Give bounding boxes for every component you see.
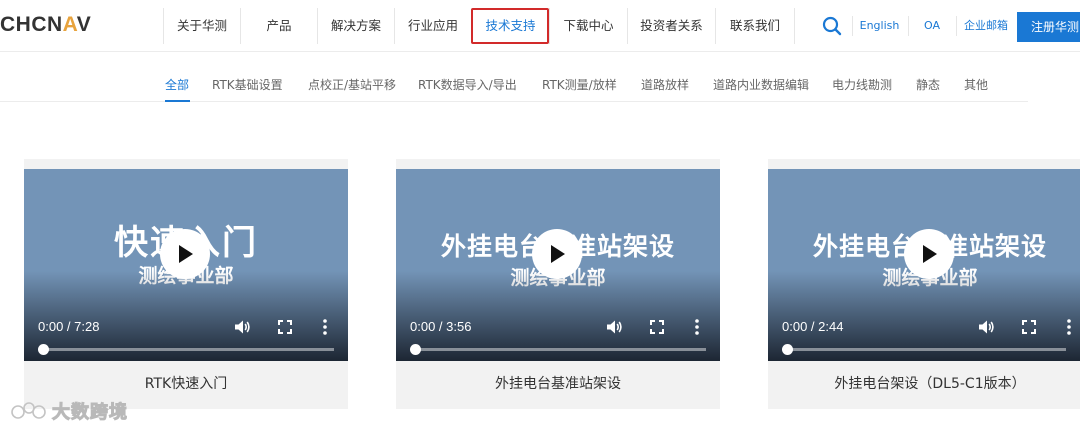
play-button[interactable] — [532, 229, 582, 279]
video-player[interactable]: 外挂电台基准站架设 测绘事业部 0:00 / 3:56 — [396, 169, 720, 361]
logo-prefix: CHCN — [0, 13, 63, 36]
progress-track[interactable] — [414, 348, 706, 351]
category-static[interactable]: 静态 — [916, 76, 940, 93]
progress-track[interactable] — [786, 348, 1066, 351]
active-category-underline — [165, 100, 190, 102]
volume-icon[interactable] — [977, 318, 995, 336]
video-player[interactable]: 快速入门 测绘事业部 0:00 / 7:28 — [24, 169, 348, 361]
play-button[interactable] — [904, 229, 954, 279]
more-options-icon[interactable] — [316, 318, 334, 336]
nav-tech-support[interactable]: 技术支持 — [471, 8, 549, 44]
volume-icon[interactable] — [605, 318, 623, 336]
video-card: 快速入门 测绘事业部 0:00 / 7:28 RTK快速入门 — [24, 159, 348, 409]
nav-products[interactable]: 产品 — [240, 8, 317, 44]
util-divider — [908, 16, 909, 36]
logo-suffix: V — [76, 13, 92, 36]
video-time: 0:00 / 2:44 — [782, 319, 844, 334]
nav-downloads[interactable]: 下载中心 — [549, 8, 627, 44]
category-other[interactable]: 其他 — [964, 76, 988, 93]
watermark-logo-icon — [11, 402, 46, 419]
watermark: 大数跨境 — [10, 399, 128, 424]
english-link[interactable]: English — [856, 8, 903, 44]
fullscreen-icon[interactable] — [276, 318, 294, 336]
video-time: 0:00 / 3:56 — [410, 319, 472, 334]
video-caption[interactable]: 外挂电台基准站架设 — [396, 373, 720, 393]
nav-contact[interactable]: 联系我们 — [715, 8, 795, 44]
corporate-mail-link[interactable]: 企业邮箱 — [960, 8, 1012, 44]
video-player[interactable]: 外挂电台基准站架设 测绘事业部 0:00 / 2:44 — [768, 169, 1080, 361]
category-point-calibration[interactable]: 点校正/基站平移 — [308, 76, 396, 93]
more-options-icon[interactable] — [1060, 318, 1078, 336]
volume-icon[interactable] — [233, 318, 251, 336]
play-icon — [923, 245, 937, 263]
category-road-data-edit[interactable]: 道路内业数据编辑 — [713, 76, 809, 93]
watermark-text: 大数跨境 — [52, 402, 128, 424]
site-header: CHCNAV 关于华测 产品 解决方案 行业应用 技术支持 下载中心 投资者关系… — [0, 0, 1080, 52]
progress-track[interactable] — [42, 348, 334, 351]
play-icon — [179, 245, 193, 263]
progress-thumb[interactable] — [38, 344, 49, 355]
fullscreen-icon[interactable] — [1020, 318, 1038, 336]
category-rtk-basic-settings[interactable]: RTK基础设置 — [212, 76, 283, 93]
fullscreen-icon[interactable] — [648, 318, 666, 336]
category-power-line-survey[interactable]: 电力线勘测 — [832, 76, 892, 93]
main-nav: 关于华测 产品 解决方案 行业应用 技术支持 下载中心 投资者关系 联系我们 — [163, 8, 795, 44]
util-divider — [956, 16, 957, 36]
more-options-icon[interactable] — [688, 318, 706, 336]
video-caption[interactable]: RTK快速入门 — [24, 373, 348, 393]
progress-thumb[interactable] — [410, 344, 421, 355]
category-rtk-survey-stakeout[interactable]: RTK测量/放样 — [542, 76, 617, 93]
category-road-stakeout[interactable]: 道路放样 — [641, 76, 689, 93]
util-divider — [852, 16, 853, 36]
play-icon — [551, 245, 565, 263]
video-caption[interactable]: 外挂电台架设（DL5-C1版本） — [768, 373, 1080, 393]
video-time: 0:00 / 7:28 — [38, 319, 100, 334]
nav-industry[interactable]: 行业应用 — [394, 8, 471, 44]
video-card: 外挂电台基准站架设 测绘事业部 0:00 / 3:56 外挂电台基准站架设 — [396, 159, 720, 409]
nav-about[interactable]: 关于华测 — [163, 8, 240, 44]
search-icon[interactable] — [822, 16, 842, 36]
play-button[interactable] — [160, 229, 210, 279]
progress-thumb[interactable] — [782, 344, 793, 355]
nav-solutions[interactable]: 解决方案 — [317, 8, 394, 44]
video-card: 外挂电台基准站架设 测绘事业部 0:00 / 2:44 外挂电台架设（DL5-C… — [768, 159, 1080, 409]
oa-link[interactable]: OA — [912, 8, 952, 44]
category-rtk-import-export[interactable]: RTK数据导入/导出 — [418, 76, 517, 93]
nav-investors[interactable]: 投资者关系 — [627, 8, 715, 44]
category-bar: 全部 RTK基础设置 点校正/基站平移 RTK数据导入/导出 RTK测量/放样 … — [0, 60, 1028, 102]
register-button[interactable]: 注册华测 — [1017, 12, 1080, 42]
category-all[interactable]: 全部 — [165, 76, 189, 93]
logo-accent: A — [62, 13, 77, 36]
chcnav-logo[interactable]: CHCNAV — [0, 13, 91, 37]
